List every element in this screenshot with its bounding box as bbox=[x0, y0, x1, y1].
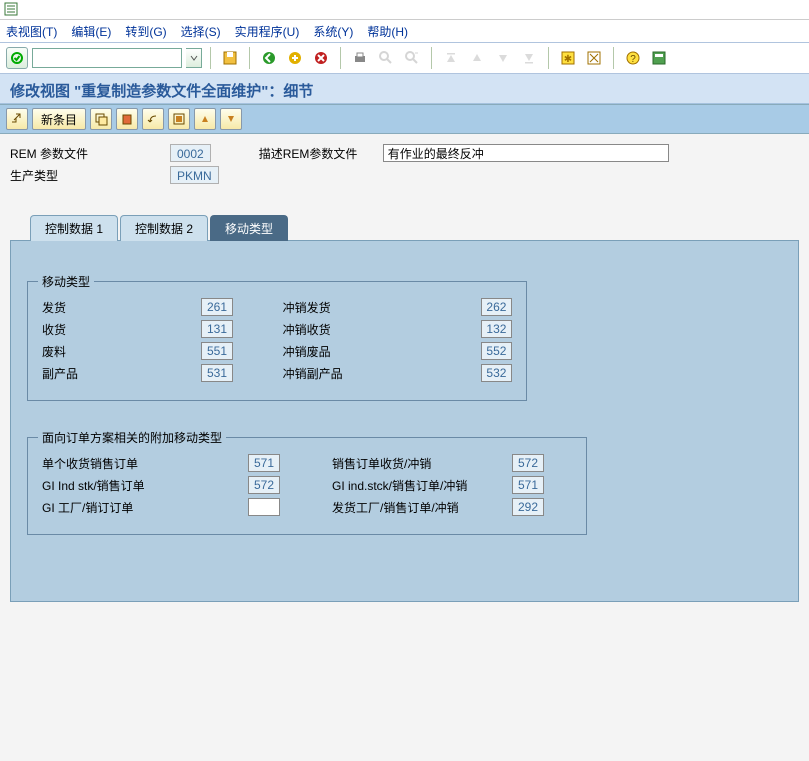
label: GI Ind stk/销售订单 bbox=[42, 477, 248, 494]
desc-label: 描述REM参数文件 bbox=[259, 145, 383, 162]
new-session-button[interactable]: ✱ bbox=[557, 47, 579, 69]
shortcut-button[interactable] bbox=[583, 47, 605, 69]
svg-text:?: ? bbox=[630, 54, 636, 65]
content-area: REM 参数文件 0002 描述REM参数文件 生产类型 PKMN 控制数据 1… bbox=[0, 134, 809, 761]
copy-button[interactable] bbox=[90, 108, 112, 130]
group-additional-movement: 面向订单方案相关的附加移动类型 单个收货销售订单571销售订单收货/冲销572 … bbox=[27, 437, 587, 535]
field: 262 bbox=[481, 298, 512, 316]
field: 261 bbox=[201, 298, 232, 316]
field: 531 bbox=[201, 364, 232, 382]
group-title: 移动类型 bbox=[38, 273, 94, 290]
menu-help[interactable]: 帮助(H) bbox=[367, 23, 408, 40]
print-button[interactable] bbox=[349, 47, 371, 69]
label: 收货 bbox=[42, 321, 201, 338]
app-toolbar: 新条目 bbox=[0, 104, 809, 134]
next-page-button bbox=[492, 47, 514, 69]
label: 销售订单收货/冲销 bbox=[332, 455, 512, 472]
group-title: 面向订单方案相关的附加移动类型 bbox=[38, 429, 226, 446]
label: 副产品 bbox=[42, 365, 201, 382]
tab-panel: 移动类型 发货261 冲销发货262 收货131 冲销收货132 废料551 冲销废品… bbox=[10, 240, 799, 602]
field[interactable] bbox=[248, 498, 280, 516]
menu-system[interactable]: 系统(Y) bbox=[313, 23, 353, 40]
prev-entry-button[interactable] bbox=[194, 108, 216, 130]
svg-text:✱: ✱ bbox=[564, 54, 572, 65]
tab-ctrl1[interactable]: 控制数据 1 bbox=[30, 215, 118, 241]
label: 冲销副产品 bbox=[283, 365, 481, 382]
help-button[interactable]: ? bbox=[622, 47, 644, 69]
select-all-button[interactable] bbox=[168, 108, 190, 130]
label: 发货工厂/销售订单/冲销 bbox=[332, 499, 512, 516]
menu-view[interactable]: 表视图(T) bbox=[6, 23, 57, 40]
find-button bbox=[375, 47, 397, 69]
label: 单个收货销售订单 bbox=[42, 455, 248, 472]
menu-goto[interactable]: 转到(G) bbox=[125, 23, 166, 40]
find-next-button bbox=[401, 47, 423, 69]
new-entries-button[interactable]: 新条目 bbox=[32, 108, 86, 130]
tab-movement-type[interactable]: 移动类型 bbox=[210, 215, 288, 241]
label: GI ind.stck/销售订单/冲销 bbox=[332, 477, 512, 494]
menu-edit[interactable]: 编辑(E) bbox=[71, 23, 111, 40]
prev-page-button bbox=[466, 47, 488, 69]
undo-button[interactable] bbox=[142, 108, 164, 130]
group-movement-type: 移动类型 发货261冲销发货262 收货131冲销收货132 废料551冲销废品… bbox=[27, 281, 527, 401]
delete-button[interactable] bbox=[116, 108, 138, 130]
prod-type-value: PKMN bbox=[170, 166, 219, 184]
app-menu-icon[interactable] bbox=[4, 2, 18, 16]
field: 571 bbox=[512, 476, 544, 494]
label: 发货 bbox=[42, 299, 201, 316]
prod-type-label: 生产类型 bbox=[10, 167, 170, 184]
desc-input[interactable] bbox=[383, 144, 669, 162]
label: 废料 bbox=[42, 343, 201, 360]
last-page-button bbox=[518, 47, 540, 69]
first-page-button bbox=[440, 47, 462, 69]
field: 571 bbox=[248, 454, 280, 472]
label: 冲销收货 bbox=[283, 321, 481, 338]
menu-select[interactable]: 选择(S) bbox=[181, 23, 221, 40]
menu-utilities[interactable]: 实用程序(U) bbox=[235, 23, 300, 40]
rem-profile-value: 0002 bbox=[170, 144, 211, 162]
field: 532 bbox=[481, 364, 512, 382]
layout-button[interactable] bbox=[648, 47, 670, 69]
standard-toolbar: ✱ ? bbox=[0, 42, 809, 74]
tab-ctrl2[interactable]: 控制数据 2 bbox=[120, 215, 208, 241]
save-button[interactable] bbox=[219, 47, 241, 69]
rem-profile-label: REM 参数文件 bbox=[10, 145, 170, 162]
field: 572 bbox=[512, 454, 544, 472]
page-title: 修改视图 "重复制造参数文件全面维护"：细节 bbox=[0, 74, 809, 104]
field: 572 bbox=[248, 476, 280, 494]
label: 冲销废品 bbox=[283, 343, 481, 360]
command-dropdown[interactable] bbox=[186, 48, 202, 68]
field: 552 bbox=[481, 342, 512, 360]
exit-button[interactable] bbox=[284, 47, 306, 69]
back-button[interactable] bbox=[258, 47, 280, 69]
enter-button[interactable] bbox=[6, 47, 28, 69]
field: 131 bbox=[201, 320, 232, 338]
display-change-button[interactable] bbox=[6, 108, 28, 130]
field: 292 bbox=[512, 498, 544, 516]
label: 冲销发货 bbox=[283, 299, 481, 316]
chevron-down-icon bbox=[190, 54, 198, 62]
field: 132 bbox=[481, 320, 512, 338]
cancel-button[interactable] bbox=[310, 47, 332, 69]
command-field[interactable] bbox=[32, 48, 182, 68]
label: GI 工厂/销订订单 bbox=[42, 499, 248, 516]
menu-bar: 表视图(T) 编辑(E) 转到(G) 选择(S) 实用程序(U) 系统(Y) 帮… bbox=[0, 20, 809, 42]
field: 551 bbox=[201, 342, 232, 360]
tab-strip: 控制数据 1 控制数据 2 移动类型 移动类型 发货261冲销发货262 收货1… bbox=[10, 214, 799, 602]
window-icon-bar bbox=[0, 0, 809, 20]
next-entry-button[interactable] bbox=[220, 108, 242, 130]
